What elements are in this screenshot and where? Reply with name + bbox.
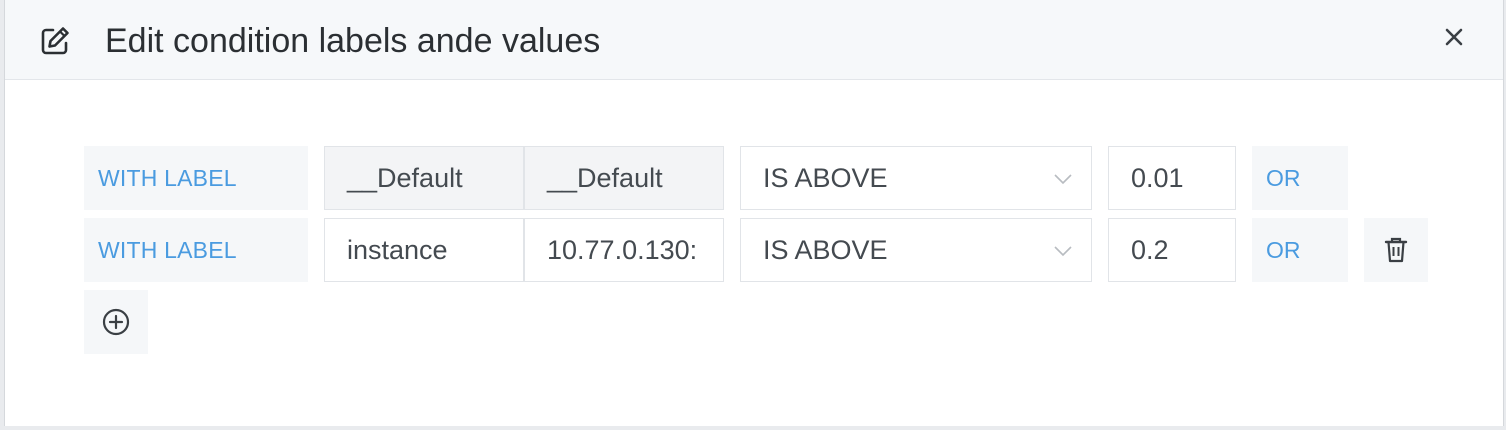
label-value-field[interactable]: __Default: [524, 146, 724, 210]
label-name-field[interactable]: instance: [324, 218, 524, 282]
close-icon[interactable]: [1439, 22, 1469, 52]
with-label-tag: WITH LABEL: [84, 146, 308, 210]
plus-circle-icon: [102, 308, 130, 336]
with-label-tag: WITH LABEL: [84, 218, 308, 282]
chevron-down-icon: [1054, 246, 1072, 257]
label-value-field[interactable]: 10.77.0.130:: [524, 218, 724, 282]
threshold-input[interactable]: 0.01: [1108, 146, 1236, 210]
operator-select-value: IS ABOVE: [763, 162, 888, 193]
operator-select-value: IS ABOVE: [763, 234, 888, 265]
dialog-header: Edit condition labels ande values: [5, 0, 1503, 80]
or-button[interactable]: OR: [1252, 146, 1348, 210]
edit-conditions-dialog: Edit condition labels ande values: [4, 0, 1504, 426]
or-button[interactable]: OR: [1252, 218, 1348, 282]
add-condition-button[interactable]: [84, 290, 148, 354]
dialog-title: Edit condition labels ande values: [105, 22, 601, 60]
edit-icon: [41, 27, 69, 55]
threshold-input[interactable]: 0.2: [1108, 218, 1236, 282]
trash-icon: [1384, 237, 1408, 263]
delete-condition-button[interactable]: [1364, 218, 1428, 282]
label-name-field[interactable]: __Default: [324, 146, 524, 210]
chevron-down-icon: [1054, 174, 1072, 185]
operator-select[interactable]: IS ABOVE: [740, 218, 1092, 282]
operator-select[interactable]: IS ABOVE: [740, 146, 1092, 210]
